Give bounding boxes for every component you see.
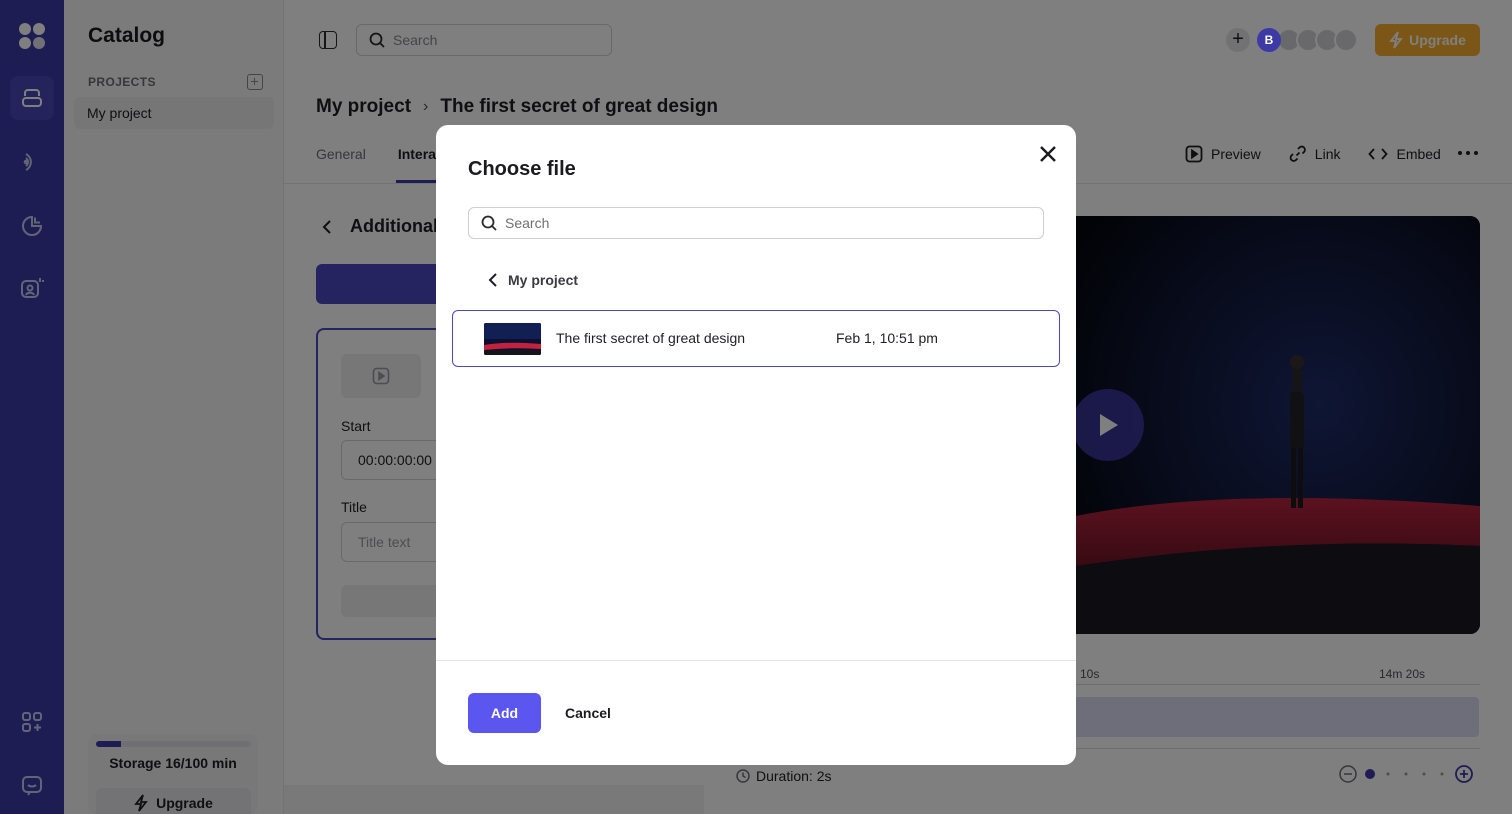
dialog-footer-divider (436, 660, 1076, 661)
dialog-title: Choose file (468, 158, 576, 180)
file-date: Feb 1, 10:51 pm (836, 330, 938, 346)
folder-name: My project (508, 272, 579, 288)
folder-back-button[interactable]: My project (488, 272, 578, 288)
choose-file-dialog: Choose file Search My project The first … (436, 125, 1076, 765)
cancel-button[interactable]: Cancel (565, 693, 611, 733)
file-thumbnail (484, 323, 541, 355)
file-name: The first secret of great design (556, 330, 746, 346)
search-icon (481, 215, 497, 231)
close-icon[interactable] (1037, 143, 1059, 165)
chevron-left-icon (488, 273, 497, 287)
dialog-search-input[interactable]: Search (468, 207, 1044, 239)
dialog-search-placeholder: Search (505, 215, 550, 231)
add-button[interactable]: Add (468, 693, 541, 733)
avatar[interactable]: B (1257, 28, 1281, 52)
file-row[interactable]: The first secret of great design Feb 1, … (452, 310, 1060, 367)
